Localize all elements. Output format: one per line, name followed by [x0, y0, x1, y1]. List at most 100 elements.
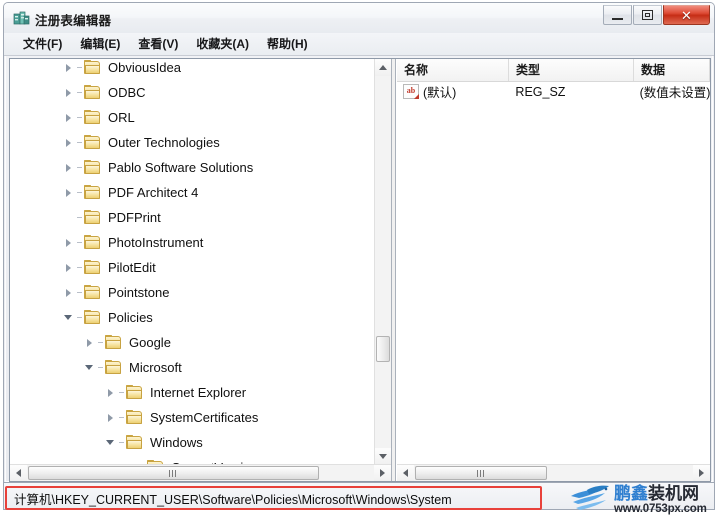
tree-node[interactable]: Microsoft	[10, 355, 374, 380]
tree-scroll-area[interactable]: ObviousIdea ODBC ORL Outer Technologies Pabl…	[10, 59, 374, 464]
expand-arrow-icon[interactable]	[62, 105, 77, 130]
registry-editor-window: 注册表编辑器 ✕ 文件(F) 编辑(E) 查看(V) 收藏夹(A) 帮助(H)	[0, 0, 718, 520]
values-list-row[interactable]: ab (默认) REG_SZ (数值未设置)	[397, 81, 710, 102]
expand-arrow-icon[interactable]	[62, 230, 77, 255]
expand-arrow-icon[interactable]	[104, 405, 119, 430]
scroll-left-button[interactable]	[10, 465, 27, 481]
tree-node-label: Policies	[108, 310, 153, 325]
menu-favorites[interactable]: 收藏夹(A)	[187, 33, 258, 55]
folder-icon	[84, 310, 101, 325]
menu-view[interactable]: 查看(V)	[129, 33, 187, 55]
chevron-down-icon	[106, 440, 114, 445]
tree-node-label: Pointstone	[108, 285, 170, 300]
tree-connector	[77, 255, 84, 280]
chevron-right-icon	[108, 389, 113, 397]
tree-connector	[77, 130, 84, 155]
close-button[interactable]: ✕	[663, 5, 710, 25]
collapse-arrow-icon[interactable]	[83, 355, 98, 380]
value-name: (默认)	[423, 86, 457, 100]
chevron-down-icon	[85, 365, 93, 370]
tree-node[interactable]: ObviousIdea	[10, 59, 374, 80]
watermark-brand: 鹏鑫装机网	[614, 483, 707, 503]
tree-node[interactable]: CurrentVersion	[10, 455, 374, 464]
column-header-data[interactable]: 数据	[634, 59, 710, 81]
menu-file[interactable]: 文件(F)	[14, 33, 71, 55]
folder-icon	[84, 210, 101, 225]
tree-connector	[77, 230, 84, 255]
tree-node-label: Pablo Software Solutions	[108, 160, 254, 175]
tree-horizontal-scrollbar[interactable]	[10, 464, 391, 481]
tree-node[interactable]: Outer Technologies	[10, 130, 374, 155]
folder-icon	[84, 185, 101, 200]
folder-icon	[105, 360, 122, 375]
tree-node[interactable]: PDF Architect 4	[10, 180, 374, 205]
title-bar[interactable]: 注册表编辑器 ✕	[4, 3, 714, 33]
collapse-arrow-icon[interactable]	[104, 430, 119, 455]
chevron-right-icon	[66, 289, 71, 297]
expand-arrow-icon[interactable]	[62, 155, 77, 180]
expand-arrow-icon[interactable]	[62, 180, 77, 205]
watermark-text: 鹏鑫装机网 www.0753px.com	[614, 483, 707, 516]
tree-node-label: PDFPrint	[108, 210, 161, 225]
expand-arrow-icon[interactable]	[62, 255, 77, 280]
tree-connector	[77, 205, 84, 230]
chevron-right-icon	[66, 239, 71, 247]
expand-arrow-icon[interactable]	[62, 280, 77, 305]
watermark-url: www.0753px.com	[614, 502, 707, 515]
tree-node[interactable]: PDFPrint	[10, 205, 374, 230]
tree-node[interactable]: PhotoInstrument	[10, 230, 374, 255]
tree-node[interactable]: Windows	[10, 430, 374, 455]
values-column-header: 名称 类型 数据	[397, 59, 710, 82]
tree-connector	[98, 355, 105, 380]
tree-connector	[140, 455, 147, 464]
tree-hscroll-thumb[interactable]	[28, 466, 319, 480]
chevron-right-icon	[380, 469, 385, 477]
expand-arrow-icon[interactable]	[125, 455, 140, 464]
tree-vertical-scrollbar[interactable]	[374, 59, 391, 465]
chevron-right-icon	[66, 164, 71, 172]
values-scroll-left-button[interactable]	[397, 465, 414, 481]
expand-arrow-icon[interactable]	[83, 330, 98, 355]
scroll-up-button[interactable]	[375, 59, 391, 76]
menu-edit[interactable]: 编辑(E)	[71, 33, 129, 55]
grip-icon	[169, 469, 178, 477]
scroll-down-button[interactable]	[375, 448, 391, 465]
tree-node[interactable]: Pablo Software Solutions	[10, 155, 374, 180]
chevron-right-icon	[66, 264, 71, 272]
tree-node[interactable]: SystemCertificates	[10, 405, 374, 430]
collapse-arrow-icon[interactable]	[62, 305, 77, 330]
chevron-right-icon	[108, 414, 113, 422]
watermark: 鹏鑫装机网 www.0753px.com	[570, 482, 714, 518]
expand-arrow-icon[interactable]	[104, 380, 119, 405]
expand-arrow-icon[interactable]	[62, 130, 77, 155]
tree-node[interactable]: Pointstone	[10, 280, 374, 305]
folder-icon	[84, 160, 101, 175]
folder-icon	[84, 85, 101, 100]
tree-node[interactable]: ORL	[10, 105, 374, 130]
tree-node[interactable]: Internet Explorer	[10, 380, 374, 405]
tree-node[interactable]: Google	[10, 330, 374, 355]
watermark-brand-dark: 装机网	[648, 483, 699, 503]
maximize-icon	[642, 10, 653, 20]
tree-node[interactable]: ODBC	[10, 80, 374, 105]
pane-splitter[interactable]	[391, 59, 396, 481]
expand-arrow-icon[interactable]	[62, 80, 77, 105]
maximize-button[interactable]	[633, 5, 662, 25]
values-horizontal-scrollbar[interactable]	[397, 464, 710, 481]
menu-help[interactable]: 帮助(H)	[258, 33, 317, 55]
tree-connector	[77, 80, 84, 105]
column-header-type[interactable]: 类型	[509, 59, 634, 81]
values-hscroll-thumb[interactable]	[415, 466, 547, 480]
folder-icon	[84, 60, 101, 75]
chevron-left-icon	[403, 469, 408, 477]
values-scroll-right-button[interactable]	[693, 465, 710, 481]
minimize-button[interactable]	[603, 5, 632, 25]
expand-arrow-icon[interactable]	[62, 59, 77, 80]
tree-node[interactable]: Policies	[10, 305, 374, 330]
tree-connector	[77, 59, 84, 80]
tree-node[interactable]: PilotEdit	[10, 255, 374, 280]
column-header-name[interactable]: 名称	[397, 59, 509, 81]
tree-vscroll-thumb[interactable]	[376, 336, 390, 362]
scroll-right-button[interactable]	[374, 465, 391, 481]
tree-node-label: Google	[129, 335, 171, 350]
